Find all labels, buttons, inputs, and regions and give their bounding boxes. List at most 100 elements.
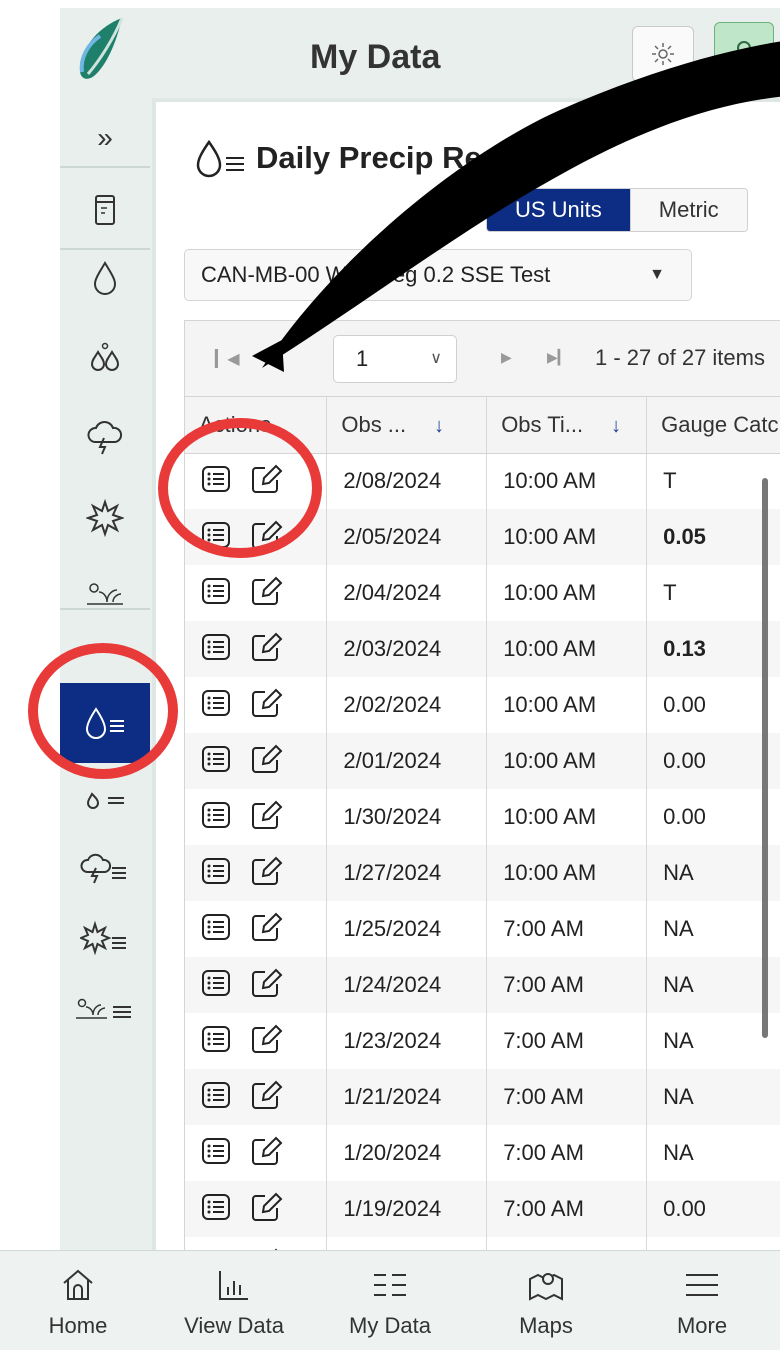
last-page-icon[interactable]: ▶▎ <box>547 349 569 366</box>
scrollbar[interactable] <box>762 478 768 1038</box>
page-select[interactable]: 1 ∨ <box>333 335 457 383</box>
sidebar-divider <box>60 608 150 610</box>
details-icon[interactable] <box>201 969 231 997</box>
edit-icon[interactable] <box>251 744 283 774</box>
cell-gauge-catch: NA <box>646 1013 780 1069</box>
cell-gauge-catch: 0.00 <box>646 733 780 789</box>
cell-gauge-catch: T <box>646 453 780 509</box>
nav-my-data-label: My Data <box>349 1313 431 1338</box>
details-icon[interactable] <box>201 745 231 773</box>
details-icon[interactable] <box>201 521 231 549</box>
cell-obs-date: 1/25/2024 <box>326 901 488 957</box>
details-icon[interactable] <box>201 1081 231 1109</box>
sidebar-item-condition-monitoring[interactable] <box>60 553 150 633</box>
sidebar-item-hail[interactable] <box>60 398 150 478</box>
first-page-icon[interactable]: ▎◀ <box>215 349 240 369</box>
sidebar-item-my-hail[interactable] <box>60 828 150 908</box>
user-icon <box>737 41 751 55</box>
nav-view-data[interactable]: View Data <box>156 1251 312 1350</box>
column-header-obs-time[interactable]: Obs Ti... ↓ <box>486 397 648 454</box>
table-row: 1/27/2024 10:00 AM NA <box>185 845 780 901</box>
nav-my-data[interactable]: My Data <box>312 1251 468 1350</box>
edit-icon[interactable] <box>251 1024 283 1054</box>
row-actions <box>185 789 328 845</box>
sidebar-item-my-significant-weather[interactable] <box>60 898 150 978</box>
station-select[interactable]: CAN-MB-00 Winnipeg 0.2 SSE Test ▼ <box>184 249 692 301</box>
table-row: 1/19/2024 7:00 AM 0.00 <box>185 1181 780 1237</box>
column-header-label: Obs Ti... <box>501 411 584 437</box>
edit-icon[interactable] <box>251 1136 283 1166</box>
row-actions <box>185 621 328 677</box>
table-row: 2/01/2024 10:00 AM 0.00 <box>185 733 780 789</box>
edit-icon[interactable] <box>251 1192 283 1222</box>
units-toggle: US Units Metric <box>486 188 748 232</box>
next-page-icon[interactable]: ▶ <box>501 349 512 366</box>
cell-gauge-catch: 0.00 <box>646 789 780 845</box>
user-button[interactable] <box>714 22 774 82</box>
row-actions <box>185 1181 328 1237</box>
edit-icon[interactable] <box>251 464 283 494</box>
column-header-label: Obs ... <box>341 411 407 437</box>
nav-home[interactable]: Home <box>0 1251 156 1350</box>
details-icon[interactable] <box>201 1025 231 1053</box>
details-icon[interactable] <box>201 857 231 885</box>
logo-icon[interactable] <box>70 16 130 86</box>
details-icon[interactable] <box>201 633 231 661</box>
edit-icon[interactable] <box>251 520 283 550</box>
sort-arrow-icon[interactable]: ↓ <box>434 415 444 437</box>
cell-obs-date: 2/04/2024 <box>326 565 488 621</box>
edit-icon[interactable] <box>251 688 283 718</box>
edit-icon[interactable] <box>251 912 283 942</box>
details-icon[interactable] <box>201 801 231 829</box>
details-icon[interactable] <box>201 577 231 605</box>
droplet-icon <box>93 261 117 295</box>
sidebar-item-my-multi-day[interactable] <box>60 758 150 838</box>
sidebar-item-daily-precip[interactable] <box>60 238 150 318</box>
sidebar-item-my-daily-precip[interactable] <box>60 683 150 763</box>
theme-toggle-button[interactable] <box>632 26 694 82</box>
cell-obs-date: 1/27/2024 <box>326 845 488 901</box>
nav-maps[interactable]: Maps <box>468 1251 624 1350</box>
details-icon[interactable] <box>201 689 231 717</box>
details-icon[interactable] <box>201 1193 231 1221</box>
table-row: 2/02/2024 10:00 AM 0.00 <box>185 677 780 733</box>
burst-icon <box>86 499 124 537</box>
bottom-nav: Home View Data My Data Maps More <box>0 1250 780 1350</box>
edit-icon[interactable] <box>251 632 283 662</box>
sidebar-item-multi-day[interactable] <box>60 318 150 398</box>
nav-more[interactable]: More <box>624 1251 780 1350</box>
cell-gauge-catch: NA <box>646 1069 780 1125</box>
edit-icon[interactable] <box>251 968 283 998</box>
cell-obs-date: 1/23/2024 <box>326 1013 488 1069</box>
us-units-button[interactable]: US Units <box>487 189 630 231</box>
edit-icon[interactable] <box>251 800 283 830</box>
burst-list-icon <box>80 920 126 956</box>
nav-maps-label: Maps <box>519 1313 573 1338</box>
sidebar-item-significant-weather[interactable] <box>60 478 150 558</box>
edit-icon[interactable] <box>251 856 283 886</box>
metric-units-button[interactable]: Metric <box>629 189 747 231</box>
row-actions <box>185 733 328 789</box>
sort-arrow-icon[interactable]: ↓ <box>611 415 621 437</box>
page-select-value: 1 <box>356 346 369 371</box>
sidebar-item-my-condition-monitoring[interactable] <box>60 968 150 1048</box>
edit-icon[interactable] <box>251 1080 283 1110</box>
sidebar-divider <box>60 166 150 168</box>
edit-icon[interactable] <box>251 576 283 606</box>
details-icon[interactable] <box>201 913 231 941</box>
row-actions <box>185 509 328 565</box>
table-row: 2/03/2024 10:00 AM 0.13 <box>185 621 780 677</box>
table-row: 1/20/2024 7:00 AM NA <box>185 1125 780 1181</box>
column-header-gauge-catch[interactable]: Gauge Catch <box>646 397 780 454</box>
column-header-obs-date[interactable]: Obs ... ↓ <box>326 397 488 454</box>
details-icon[interactable] <box>201 1137 231 1165</box>
details-icon[interactable] <box>201 465 231 493</box>
cell-obs-time: 10:00 AM <box>486 565 648 621</box>
panel-title-text: Daily Precip Report <box>256 140 542 175</box>
cell-gauge-catch: NA <box>646 845 780 901</box>
cell-obs-time: 10:00 AM <box>486 621 648 677</box>
cell-obs-date: 1/19/2024 <box>326 1181 488 1237</box>
column-header-actions: Actions <box>185 397 328 454</box>
table-row: 1/24/2024 7:00 AM NA <box>185 957 780 1013</box>
table-row: 2/05/2024 10:00 AM 0.05 <box>185 509 780 565</box>
